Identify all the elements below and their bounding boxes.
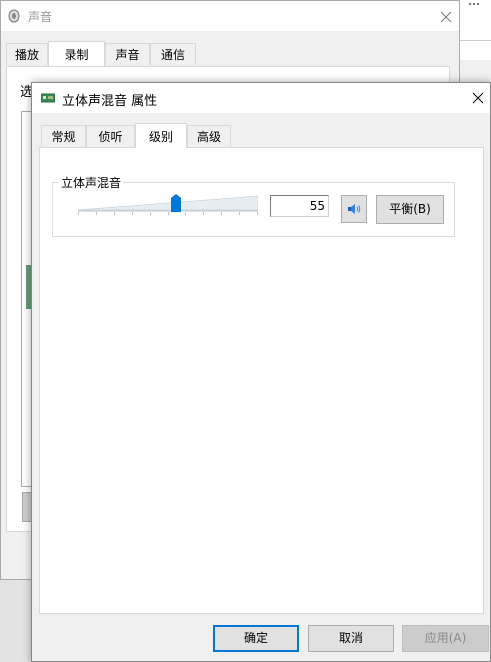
volume-value-field[interactable]: 55 xyxy=(270,195,329,217)
mute-button[interactable] xyxy=(341,195,367,223)
tab-listen[interactable]: 侦听 xyxy=(86,125,135,147)
volume-slider[interactable] xyxy=(78,193,258,215)
sound-card-icon xyxy=(41,93,55,103)
level-group: 立体声混音 55 平衡(B) xyxy=(52,174,455,237)
background-window-edge xyxy=(460,0,491,60)
divider xyxy=(460,40,491,41)
dialog-title: 立体声混音 属性 xyxy=(62,94,158,109)
levels-panel: 立体声混音 55 平衡(B) xyxy=(39,147,484,614)
balance-button[interactable]: 平衡(B) xyxy=(376,195,444,224)
level-group-label: 立体声混音 xyxy=(59,174,124,191)
tab-playback[interactable]: 播放 xyxy=(6,43,48,65)
sound-window-title: 声音 xyxy=(28,10,53,24)
properties-dialog: 立体声混音 属性 常规 侦听 级别 高级 立体声混音 55 平衡(B) 确定 取… xyxy=(31,82,491,662)
close-icon[interactable] xyxy=(439,10,453,24)
apply-button[interactable]: 应用(A) xyxy=(402,625,489,652)
dialog-titlebar: 立体声混音 属性 xyxy=(32,83,490,113)
tab-levels[interactable]: 级别 xyxy=(135,123,187,148)
close-icon[interactable] xyxy=(471,91,485,105)
tab-communications[interactable]: 通信 xyxy=(150,43,196,65)
tab-recording[interactable]: 录制 xyxy=(48,41,105,66)
tab-general[interactable]: 常规 xyxy=(41,125,86,147)
ellipsis-icon xyxy=(469,3,479,5)
slider-ticks xyxy=(78,212,258,215)
sound-window-titlebar: 声音 xyxy=(1,1,459,31)
speaker-icon xyxy=(348,204,361,214)
tab-advanced[interactable]: 高级 xyxy=(187,125,231,147)
ok-button[interactable]: 确定 xyxy=(213,625,299,652)
cancel-button[interactable]: 取消 xyxy=(308,625,394,652)
speaker-app-icon xyxy=(8,9,20,23)
background-area xyxy=(0,580,32,662)
slider-thumb[interactable] xyxy=(171,194,181,212)
tab-sounds[interactable]: 声音 xyxy=(105,43,150,65)
